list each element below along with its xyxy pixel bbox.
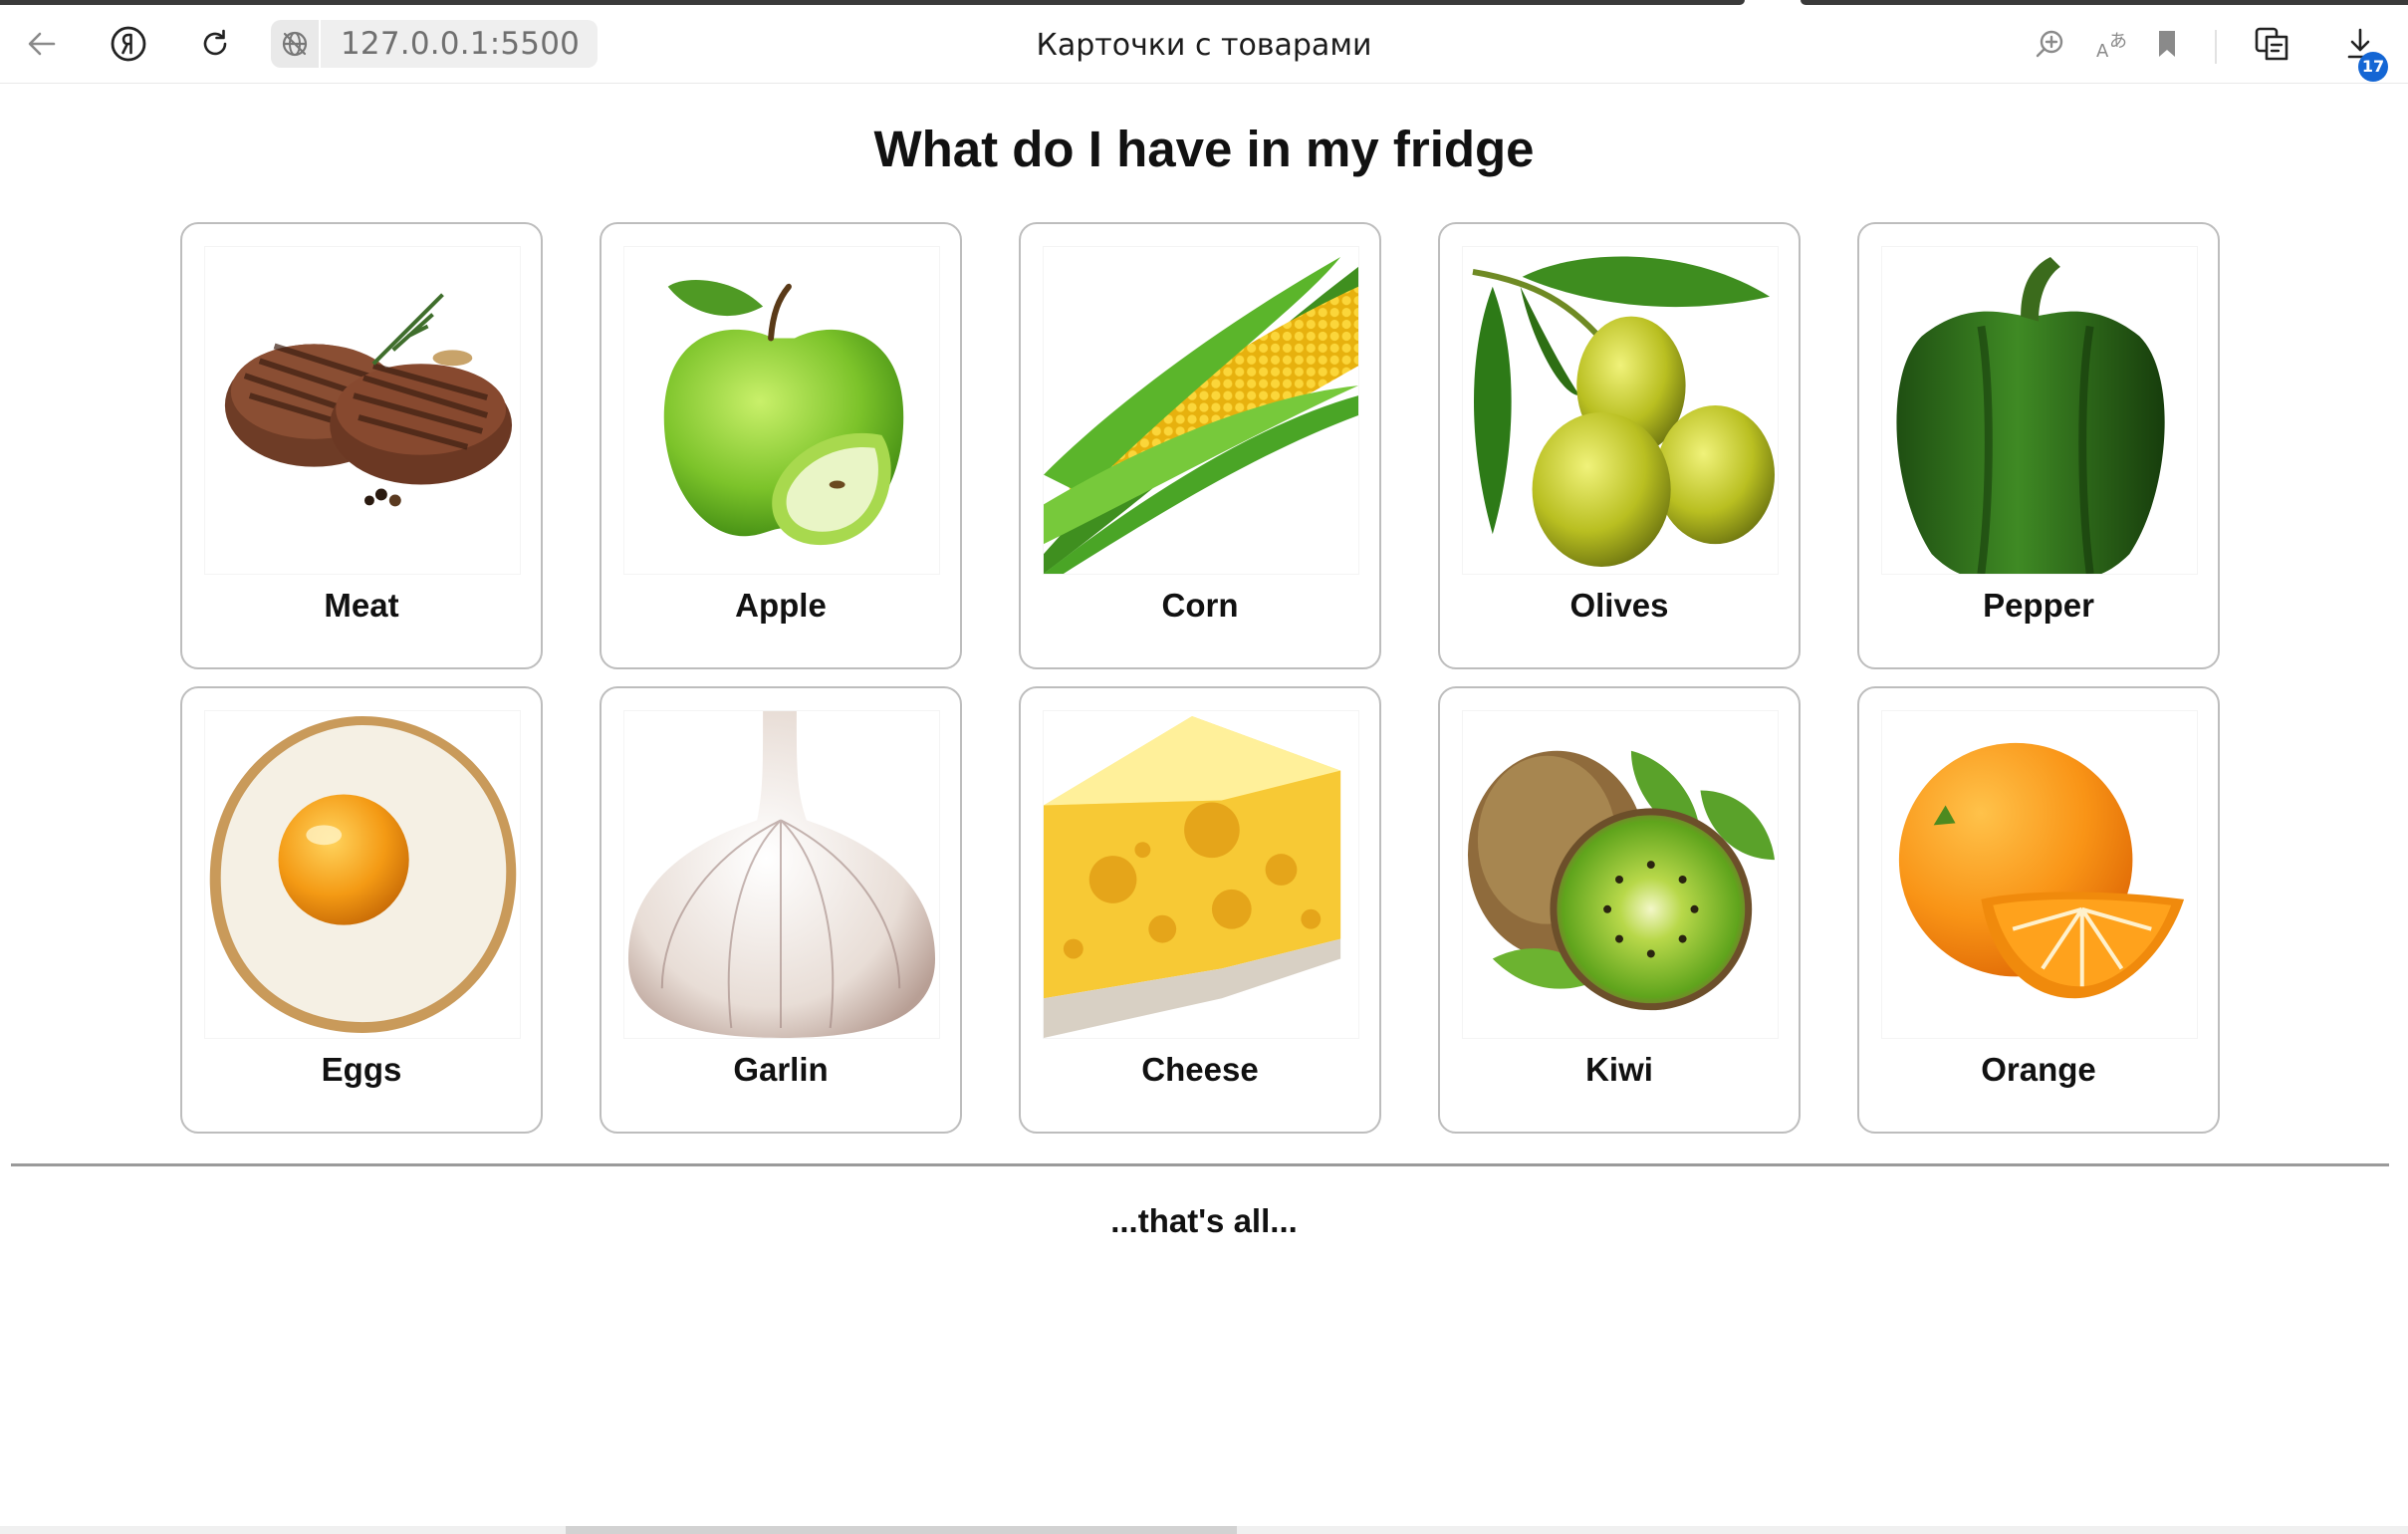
downloads-count-badge: 17 xyxy=(2358,52,2388,82)
zoom-plus-icon xyxy=(2036,30,2063,58)
product-card: Eggs xyxy=(180,686,543,1134)
product-name: Apple xyxy=(735,587,827,624)
meat-image xyxy=(204,246,521,575)
product-card: Garlin xyxy=(600,686,962,1134)
product-name: Cheese xyxy=(1141,1051,1259,1088)
scrollbar-thumb[interactable] xyxy=(566,1526,1237,1534)
garlic-image xyxy=(623,710,940,1039)
pepper-image xyxy=(1881,246,2198,575)
product-name: Meat xyxy=(324,587,399,624)
product-card: Orange xyxy=(1857,686,2220,1134)
product-name: Pepper xyxy=(1983,587,2094,624)
product-name: Corn xyxy=(1161,587,1239,624)
product-name: Olives xyxy=(1569,587,1669,624)
bookmark-icon xyxy=(2159,31,2175,57)
tab-strip-right xyxy=(1801,0,2408,5)
footer-text: ...that's all... xyxy=(1110,1202,1298,1239)
toolbar-separator xyxy=(2215,30,2217,64)
product-name: Kiwi xyxy=(1585,1051,1653,1088)
collections-icon xyxy=(2255,27,2288,61)
bookmark-button[interactable] xyxy=(2139,16,2195,72)
collections-button[interactable] xyxy=(2245,16,2300,72)
product-card: Olives xyxy=(1438,222,1801,669)
translate-button[interactable]: Aあ xyxy=(2085,16,2141,72)
orange-image xyxy=(1881,710,2198,1039)
product-name: Eggs xyxy=(321,1051,402,1088)
horizontal-scrollbar[interactable] xyxy=(0,1526,2408,1534)
page-title: What do I have in my fridge xyxy=(873,121,1535,177)
zoom-button[interactable] xyxy=(2022,16,2077,72)
apple-image xyxy=(623,246,940,575)
translate-icon: Aあ xyxy=(2096,31,2127,61)
content-divider xyxy=(11,1163,2389,1166)
product-card: Pepper xyxy=(1857,222,2220,669)
product-grid: Meat Apple Corn Olives Pepper Eggs Garli… xyxy=(180,222,2222,1135)
svg-text:A: A xyxy=(2096,41,2109,61)
browser-toolbar: 127.0.0.1:5500 Карточки с товарами Aあ 17 xyxy=(0,6,2408,84)
product-name: Orange xyxy=(1981,1051,2096,1088)
product-name: Garlin xyxy=(733,1051,829,1088)
product-card: Corn xyxy=(1019,222,1381,669)
cheese-image xyxy=(1043,710,1359,1039)
product-card: Meat xyxy=(180,222,543,669)
product-card: Kiwi xyxy=(1438,686,1801,1134)
olives-image xyxy=(1462,246,1779,575)
product-card: Cheese xyxy=(1019,686,1381,1134)
product-card: Apple xyxy=(600,222,962,669)
tab-strip-left xyxy=(0,0,1745,5)
kiwi-image xyxy=(1462,710,1779,1039)
corn-image xyxy=(1043,246,1359,575)
egg-image xyxy=(204,710,521,1039)
svg-text:あ: あ xyxy=(2109,31,2127,52)
